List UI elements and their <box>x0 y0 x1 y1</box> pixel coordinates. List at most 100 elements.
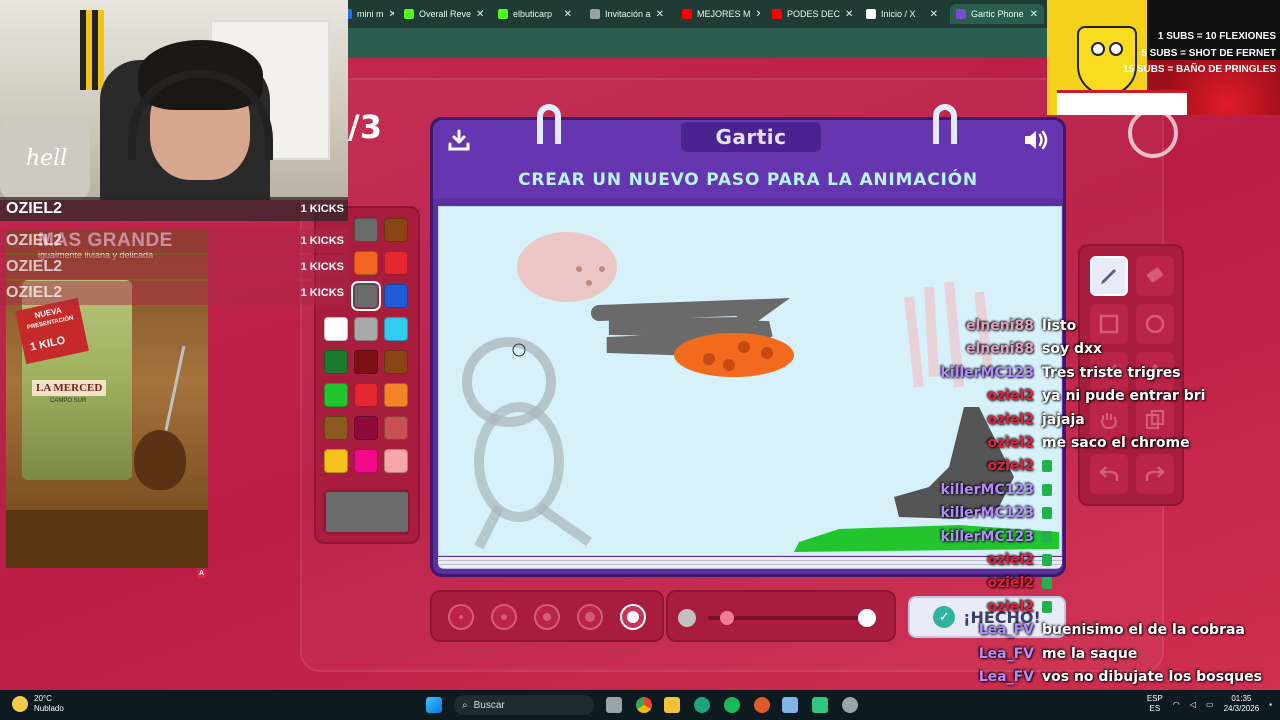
color-swatch[interactable] <box>384 251 408 275</box>
color-swatch[interactable] <box>351 281 381 311</box>
color-swatch[interactable] <box>354 218 378 242</box>
chrome-icon[interactable] <box>636 697 652 713</box>
color-swatch[interactable] <box>354 416 378 440</box>
chat-username[interactable]: oziel2 <box>930 435 1034 451</box>
chat-username[interactable]: killerMC123 <box>930 505 1034 521</box>
brush-dot-icon <box>543 613 551 621</box>
language-region: ES <box>1149 704 1161 713</box>
taskbar-search[interactable]: ⌕ Buscar <box>454 695 594 715</box>
ad-variety: CAMPO SUR <box>50 398 87 404</box>
browser-tab[interactable]: MEJORES M ✕ <box>676 4 760 24</box>
tab-close-icon[interactable]: ✕ <box>476 9 484 20</box>
color-swatch[interactable] <box>324 350 348 374</box>
color-swatch[interactable] <box>384 284 408 308</box>
layers-tool[interactable] <box>1090 400 1128 440</box>
battery-icon[interactable]: ▭ <box>1206 700 1214 709</box>
obs-icon[interactable] <box>812 697 828 713</box>
brush-size-option[interactable] <box>491 604 517 630</box>
color-swatch[interactable] <box>384 218 408 242</box>
chat-username[interactable]: Lea_FV <box>930 669 1034 685</box>
tab-close-icon[interactable]: ✕ <box>756 9 760 20</box>
browser-tab[interactable]: Gartic Phone ✕ <box>950 4 1044 24</box>
browser-tab[interactable]: Overall Reve ✕ <box>398 4 486 24</box>
chat-message: killerMC123 <box>930 482 1052 498</box>
edge-icon[interactable] <box>694 697 710 713</box>
tab-close-icon[interactable]: ✕ <box>930 9 938 20</box>
color-swatch[interactable] <box>324 416 348 440</box>
gartic-logo: Gartic <box>681 122 821 152</box>
browser-tab[interactable]: Inicio / X ✕ <box>860 4 944 24</box>
brush-size-option[interactable] <box>577 604 603 630</box>
kick-alert: OZIEL2 1 KICKS <box>0 197 348 221</box>
color-swatch[interactable] <box>384 449 408 473</box>
redo-button[interactable] <box>1136 454 1174 494</box>
chat-username[interactable]: oziel2 <box>930 412 1034 428</box>
chat-username[interactable]: Lea_FV <box>930 622 1034 638</box>
orange-dot <box>703 353 715 365</box>
tab-close-icon[interactable]: ✕ <box>564 9 572 20</box>
chat-username[interactable]: oziel2 <box>930 388 1034 404</box>
chat-message: elneni88 soy dxx <box>930 341 1102 357</box>
chat-username[interactable]: elneni88 <box>930 341 1034 357</box>
rectangle-tool[interactable] <box>1090 304 1128 344</box>
pencil-tool[interactable] <box>1090 256 1128 296</box>
drawing-canvas[interactable] <box>438 206 1062 556</box>
color-swatch[interactable] <box>324 383 348 407</box>
wifi-icon[interactable]: ◠ <box>1173 700 1180 709</box>
chat-username[interactable]: Lea_FV <box>930 646 1034 662</box>
chat-text: vos no dibujate los bosques <box>1042 669 1262 685</box>
color-swatch[interactable] <box>354 251 378 275</box>
chat-message: Lea_FV buenisimo el de la cobraa <box>930 622 1245 638</box>
chat-username[interactable]: oziel2 <box>930 552 1034 568</box>
color-swatch[interactable] <box>324 449 348 473</box>
emote-icon <box>1042 554 1052 566</box>
color-swatch[interactable] <box>384 350 408 374</box>
volume-icon[interactable] <box>1023 128 1049 152</box>
color-swatch[interactable] <box>384 383 408 407</box>
alert-kicks: 1 KICKS <box>300 261 344 273</box>
spotify-icon[interactable] <box>724 697 740 713</box>
color-swatch[interactable] <box>354 317 378 341</box>
volume-tray-icon[interactable]: ◁ <box>1190 700 1196 709</box>
eraser-tool[interactable] <box>1136 256 1174 296</box>
chat-username[interactable]: killerMC123 <box>930 482 1034 498</box>
download-icon[interactable] <box>447 128 471 152</box>
chat-username[interactable]: killerMC123 <box>930 365 1034 381</box>
weather-widget[interactable]: 20°C Nublado <box>12 694 64 714</box>
chat-username[interactable]: oziel2 <box>930 575 1034 591</box>
app-icon[interactable] <box>754 697 770 713</box>
chat-username[interactable]: killerMC123 <box>930 529 1034 545</box>
color-swatch[interactable] <box>324 317 348 341</box>
chat-username[interactable]: oziel2 <box>930 599 1034 615</box>
tab-close-icon[interactable]: ✕ <box>845 9 853 20</box>
task-view-icon[interactable] <box>606 697 622 713</box>
color-swatch[interactable] <box>354 383 378 407</box>
chat-username[interactable]: elneni88 <box>930 318 1034 334</box>
settings-icon[interactable] <box>842 697 858 713</box>
color-swatch[interactable] <box>354 449 378 473</box>
opacity-knob[interactable] <box>720 611 734 625</box>
brush-size-option[interactable] <box>448 604 474 630</box>
tab-close-icon[interactable]: ✕ <box>389 9 395 20</box>
color-swatch[interactable] <box>384 416 408 440</box>
opacity-slider[interactable] <box>666 590 896 642</box>
tab-close-icon[interactable]: ✕ <box>656 9 664 20</box>
notification-icon[interactable]: ▪ <box>1269 700 1272 709</box>
copy-tool[interactable] <box>1136 400 1174 440</box>
brush-size-option[interactable] <box>534 604 560 630</box>
notepad-icon[interactable] <box>782 697 798 713</box>
undo-button[interactable] <box>1090 454 1128 494</box>
brush-size-option[interactable] <box>620 604 646 630</box>
chat-username[interactable]: oziel2 <box>930 458 1034 474</box>
ellipse-tool[interactable] <box>1136 304 1174 344</box>
tab-close-icon[interactable]: ✕ <box>1030 9 1038 20</box>
color-swatch[interactable] <box>384 317 408 341</box>
windows-start-icon[interactable] <box>426 697 442 713</box>
pillow-text: hell <box>26 146 68 171</box>
browser-tab[interactable]: PODES DEC ✕ <box>766 4 854 24</box>
color-swatch[interactable] <box>354 350 378 374</box>
file-explorer-icon[interactable] <box>664 697 680 713</box>
eraser-icon <box>1147 267 1163 283</box>
browser-tab[interactable]: elbuticarp ✕ <box>492 4 578 24</box>
browser-tab[interactable]: Invitación a ✕ <box>584 4 670 24</box>
